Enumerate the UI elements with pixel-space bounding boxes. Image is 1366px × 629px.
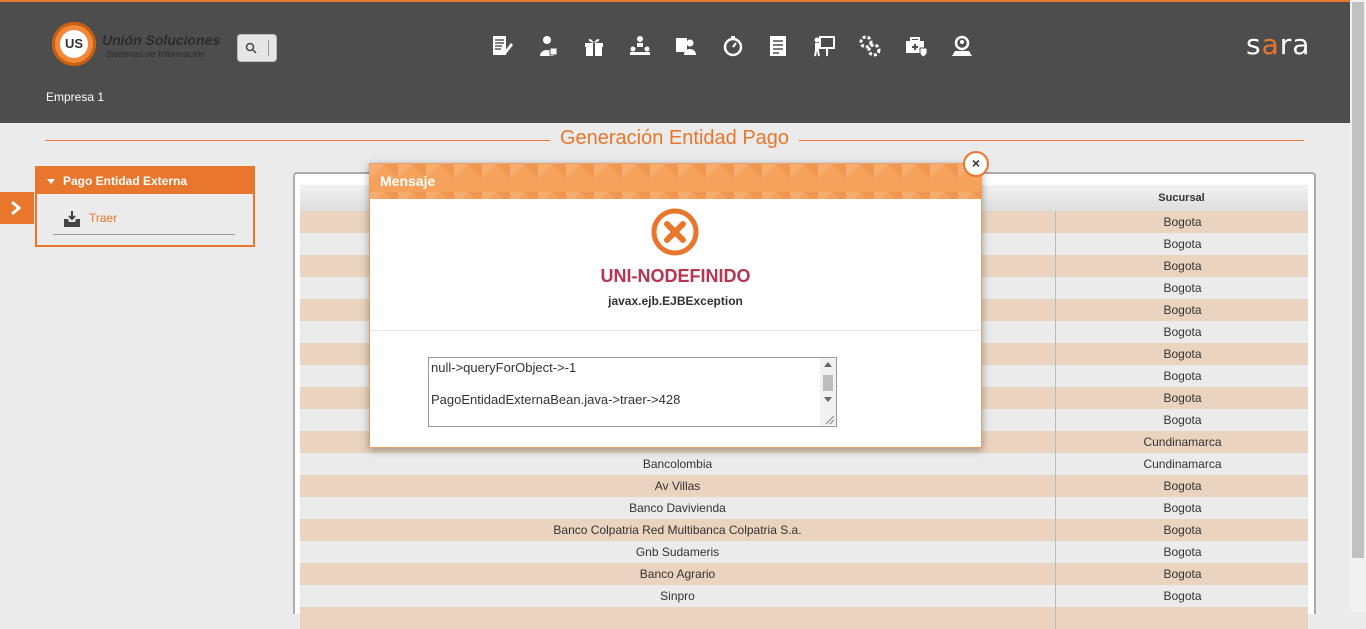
cell-entidad: Av Villas xyxy=(654,479,701,493)
cell-sucursal: Bogota xyxy=(1055,541,1309,563)
resize-grip-icon[interactable] xyxy=(826,416,834,424)
cell-sucursal: Bogota xyxy=(1055,475,1309,497)
close-icon: × xyxy=(971,155,981,171)
dialog-header: Mensaje xyxy=(370,164,981,199)
table-row[interactable] xyxy=(300,607,1308,629)
table-row[interactable]: Sinpro Bogota xyxy=(300,585,1308,607)
brand-text: sara xyxy=(1246,28,1311,61)
cell-sucursal xyxy=(1055,607,1309,629)
error-exception: javax.ejb.EJBException xyxy=(608,294,743,308)
page-title-container: Generación Entidad Pago xyxy=(45,127,1304,150)
stopwatch-icon[interactable] xyxy=(718,32,746,60)
cell-sucursal: Bogota xyxy=(1055,409,1309,431)
cell-entidad: Banco Colpatria Red Multibanca Colpatria… xyxy=(553,523,802,537)
cell-sucursal: Bogota xyxy=(1055,343,1309,365)
cell-sucursal: Bogota xyxy=(1055,211,1309,233)
table-row[interactable]: Bancolombia Cundinamarca xyxy=(300,453,1308,475)
error-x-icon xyxy=(651,208,699,256)
column-header-sucursal[interactable]: Sucursal xyxy=(1055,185,1308,211)
dialog-divider xyxy=(370,330,981,331)
cell-sucursal: Bogota xyxy=(1055,387,1309,409)
cell-sucursal: Bogota xyxy=(1055,585,1309,607)
search-button[interactable] xyxy=(237,34,277,62)
dialog-title: Mensaje xyxy=(380,173,436,189)
textarea-scrollbar[interactable] xyxy=(820,358,836,426)
org-chart-icon[interactable] xyxy=(626,32,654,60)
menu-section-label: Pago Entidad Externa xyxy=(63,174,188,188)
logo-emblem: US xyxy=(52,22,96,66)
cell-entidad: Sinpro xyxy=(660,589,695,603)
user-card-icon[interactable] xyxy=(672,32,700,60)
search-person-icon[interactable] xyxy=(948,32,976,60)
table-row[interactable]: Banco Colpatria Red Multibanca Colpatria… xyxy=(300,519,1308,541)
logo-mark: US xyxy=(60,30,88,58)
company-logo[interactable]: US Unión Soluciones Sistemas de Informac… xyxy=(52,22,222,68)
brand-logo: sara xyxy=(1246,28,1310,61)
cell-sucursal: Bogota xyxy=(1055,233,1309,255)
user-chart-icon[interactable] xyxy=(534,32,562,60)
cell-entidad: Gnb Sudameris xyxy=(635,545,720,559)
menu-item-label: Traer xyxy=(89,211,118,225)
cell-sucursal: Bogota xyxy=(1055,321,1309,343)
error-detail-textarea[interactable]: null->queryForObject->-1 PagoEntidadExte… xyxy=(428,357,837,427)
close-dialog-button[interactable]: × xyxy=(963,151,989,177)
sidebar-toggle-button[interactable] xyxy=(0,192,34,224)
search-divider xyxy=(268,40,269,56)
scroll-up-icon[interactable] xyxy=(824,362,832,367)
logo-name: Unión Soluciones xyxy=(102,32,221,48)
caret-down-icon xyxy=(47,179,55,185)
gears-icon[interactable] xyxy=(856,32,884,60)
cell-sucursal: Bogota xyxy=(1055,519,1309,541)
table-row[interactable]: Gnb Sudameris Bogota xyxy=(300,541,1308,563)
logo-subtitle: Sistemas de Información xyxy=(106,49,206,59)
inbox-download-icon xyxy=(63,210,81,231)
cell-sucursal: Bogota xyxy=(1055,255,1309,277)
side-menu: Pago Entidad Externa Traer xyxy=(35,166,255,247)
detail-line: PagoEntidadExternaBean.java->traer->428 xyxy=(431,392,681,407)
scroll-down-icon[interactable] xyxy=(824,397,832,402)
gift-icon[interactable] xyxy=(580,32,608,60)
cell-sucursal: Cundinamarca xyxy=(1055,431,1309,453)
table-row[interactable]: Av Villas Bogota xyxy=(300,475,1308,497)
cell-entidad: Banco Agrario xyxy=(639,567,716,581)
company-name: Empresa 1 xyxy=(46,90,105,104)
chevron-right-icon xyxy=(11,201,22,215)
detail-line: null->queryForObject->-1 xyxy=(431,360,577,375)
cell-sucursal: Bogota xyxy=(1055,497,1309,519)
cell-sucursal: Bogota xyxy=(1055,365,1309,387)
error-detail-text: null->queryForObject->-1 PagoEntidadExte… xyxy=(431,360,816,424)
app-header: US Unión Soluciones Sistemas de Informac… xyxy=(0,2,1350,123)
cell-sucursal: Bogota xyxy=(1055,563,1309,585)
cell-entidad: Banco Davivienda xyxy=(629,501,726,515)
page-scroll-thumb[interactable] xyxy=(1352,2,1364,558)
cell-sucursal: Bogota xyxy=(1055,299,1309,321)
presentation-icon[interactable] xyxy=(810,32,838,60)
header-pattern xyxy=(370,164,981,199)
scroll-thumb[interactable] xyxy=(823,375,833,391)
error-code: UNI-NODEFINIDO xyxy=(600,266,751,286)
medical-case-icon[interactable] xyxy=(902,32,930,60)
cell-sucursal: Bogota xyxy=(1055,277,1309,299)
document-edit-icon[interactable] xyxy=(488,32,516,60)
table-row[interactable]: Banco Davivienda Bogota xyxy=(300,497,1308,519)
page-scrollbar[interactable] xyxy=(1350,0,1366,612)
search-icon xyxy=(245,42,257,54)
cell-entidad: Bancolombia xyxy=(642,457,713,471)
menu-section-header[interactable]: Pago Entidad Externa xyxy=(37,168,253,194)
error-dialog: Mensaje UNI-NODEFINIDO javax.ejb.EJBExce… xyxy=(369,163,982,448)
menu-item-traer[interactable]: Traer xyxy=(53,208,235,235)
cell-sucursal: Cundinamarca xyxy=(1055,453,1309,475)
table-row[interactable]: Banco Agrario Bogota xyxy=(300,563,1308,585)
page-title: Generación Entidad Pago xyxy=(549,127,800,149)
page-title-bar: Generación Entidad Pago xyxy=(45,127,1304,153)
report-icon[interactable] xyxy=(764,32,792,60)
